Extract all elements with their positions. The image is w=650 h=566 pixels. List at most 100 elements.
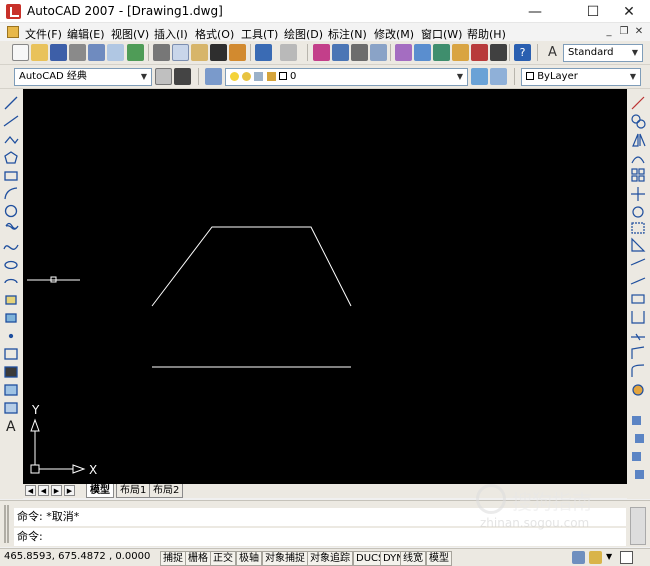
menu-format[interactable]: 格式(O) — [195, 26, 234, 42]
markup-icon[interactable] — [471, 44, 488, 61]
rectangle-icon — [4, 171, 18, 181]
publish-icon[interactable] — [107, 44, 124, 61]
coordinate-readout[interactable]: 465.8593, 675.4872 , 0.0000 — [4, 551, 150, 562]
workspace-select[interactable]: AutoCAD 经典 ▼ — [14, 68, 152, 86]
menu-view[interactable]: 视图(V) — [111, 26, 149, 42]
menu-help[interactable]: 帮助(H) — [467, 26, 506, 42]
pan-icon[interactable] — [313, 44, 330, 61]
command-scrollbar[interactable] — [630, 507, 646, 545]
spline-icon — [3, 244, 19, 250]
sheet-set-icon[interactable] — [452, 44, 469, 61]
layer-manager-icon[interactable] — [205, 68, 222, 85]
clean-screen-icon[interactable] — [620, 551, 633, 564]
close-button[interactable]: ✕ — [606, 0, 650, 23]
lineweight-toggle[interactable]: 线宽 — [400, 551, 426, 566]
mdi-close-button[interactable]: ✕ — [632, 25, 646, 38]
undo-icon[interactable] — [255, 44, 272, 61]
tab-layout2[interactable]: 布局2 — [149, 484, 184, 498]
print-icon[interactable] — [69, 44, 86, 61]
osnap-toggle[interactable]: 对象捕捉 — [262, 551, 308, 566]
redo-icon[interactable] — [280, 44, 297, 61]
make-object-layer-current-icon[interactable] — [471, 68, 488, 85]
mdi-restore-button[interactable]: ❐ — [617, 25, 631, 38]
draw-toolbar-icons: A — [3, 96, 19, 435]
workspace-settings-icon[interactable] — [155, 68, 172, 85]
prev-tab-button[interactable]: ◀ — [38, 485, 49, 496]
layer-select[interactable]: 0 ▼ — [225, 68, 468, 86]
match-properties-icon[interactable] — [210, 44, 227, 61]
paste-icon[interactable] — [191, 44, 208, 61]
save-icon[interactable] — [50, 44, 67, 61]
chevron-down-icon: ▼ — [631, 48, 639, 57]
chevron-down-icon: ▼ — [629, 72, 637, 81]
communication-center-icon[interactable] — [572, 551, 585, 564]
zoom-window-icon[interactable] — [351, 44, 368, 61]
model-toggle[interactable]: 模型 — [426, 551, 452, 566]
help-icon[interactable]: ? — [514, 44, 531, 61]
text-style-select[interactable]: Standard ▼ — [563, 44, 643, 62]
color-select[interactable]: ByLayer ▼ — [521, 68, 641, 86]
open-file-icon[interactable] — [31, 44, 48, 61]
layer-previous-icon[interactable] — [490, 68, 507, 85]
layer-value: 0 — [289, 71, 297, 82]
color-swatch-icon — [526, 72, 534, 80]
polar-toggle[interactable]: 极轴 — [236, 551, 262, 566]
drawing-canvas[interactable]: Y X — [23, 89, 627, 484]
minimize-button[interactable]: — — [512, 0, 558, 23]
menu-insert[interactable]: 插入(I) — [154, 26, 188, 42]
lock-icon[interactable] — [589, 551, 602, 564]
erase-icon — [631, 96, 645, 110]
trim-icon — [630, 258, 646, 266]
plot-preview-icon[interactable] — [88, 44, 105, 61]
ucs-x-label: X — [89, 463, 98, 477]
mdi-minimize-button[interactable]: _ — [602, 25, 616, 38]
layer-unlock-icon — [254, 71, 264, 81]
separator — [250, 44, 251, 61]
zoom-previous-icon[interactable] — [370, 44, 387, 61]
block-editor-icon[interactable] — [229, 44, 246, 61]
ucs-y-label: Y — [32, 403, 40, 417]
title-bar: AutoCAD 2007 - [Drawing1.dwg] — ☐ ✕ — [0, 0, 650, 23]
chamfer-icon — [631, 346, 645, 359]
chevron-down-icon[interactable]: ▼ — [606, 552, 612, 561]
my-workspace-icon[interactable] — [174, 68, 191, 85]
break-at-point-icon — [631, 294, 645, 304]
watermark-text: 搜狗指南 — [512, 490, 592, 514]
menu-draw[interactable]: 绘图(D) — [284, 26, 323, 42]
cut-icon[interactable] — [153, 44, 170, 61]
menu-window[interactable]: 窗口(W) — [421, 26, 462, 42]
last-tab-button[interactable]: ▶ — [64, 485, 75, 496]
grid-toggle[interactable]: 栅格 — [185, 551, 211, 566]
array-icon — [631, 168, 638, 175]
menu-dimension[interactable]: 标注(N) — [328, 26, 367, 42]
3d-dwf-icon[interactable] — [127, 44, 144, 61]
menu-edit[interactable]: 编辑(E) — [67, 26, 105, 42]
separator — [148, 44, 149, 61]
design-center-icon[interactable] — [414, 44, 431, 61]
command-grip[interactable] — [4, 505, 9, 543]
zoom-realtime-icon[interactable] — [332, 44, 349, 61]
menu-modify[interactable]: 修改(M) — [374, 26, 414, 42]
text-style-value: Standard — [568, 47, 614, 58]
circle-icon — [4, 204, 18, 218]
next-tab-button[interactable]: ▶ — [51, 485, 62, 496]
document-icon[interactable] — [7, 26, 19, 38]
tool-palettes-icon[interactable] — [433, 44, 450, 61]
tab-model[interactable]: 模型 — [86, 484, 114, 498]
properties-icon[interactable] — [395, 44, 412, 61]
menu-file[interactable]: 文件(F) — [25, 26, 62, 42]
make-block-icon — [5, 313, 17, 323]
ortho-toggle[interactable]: 正交 — [210, 551, 236, 566]
snap-toggle[interactable]: 捕捉 — [160, 551, 186, 566]
copy-icon[interactable] — [172, 44, 189, 61]
calculator-icon[interactable] — [490, 44, 507, 61]
trapezoid-polyline[interactable] — [151, 226, 352, 307]
new-file-icon[interactable] — [12, 44, 29, 61]
tab-layout1[interactable]: 布局1 — [116, 484, 151, 498]
table-icon — [4, 402, 18, 414]
otrack-toggle[interactable]: 对象追踪 — [307, 551, 353, 566]
menu-tools[interactable]: 工具(T) — [241, 26, 278, 42]
first-tab-button[interactable]: ◀ — [25, 485, 36, 496]
text-style-icon[interactable]: A — [544, 44, 561, 61]
drawing-svg[interactable] — [23, 89, 627, 484]
